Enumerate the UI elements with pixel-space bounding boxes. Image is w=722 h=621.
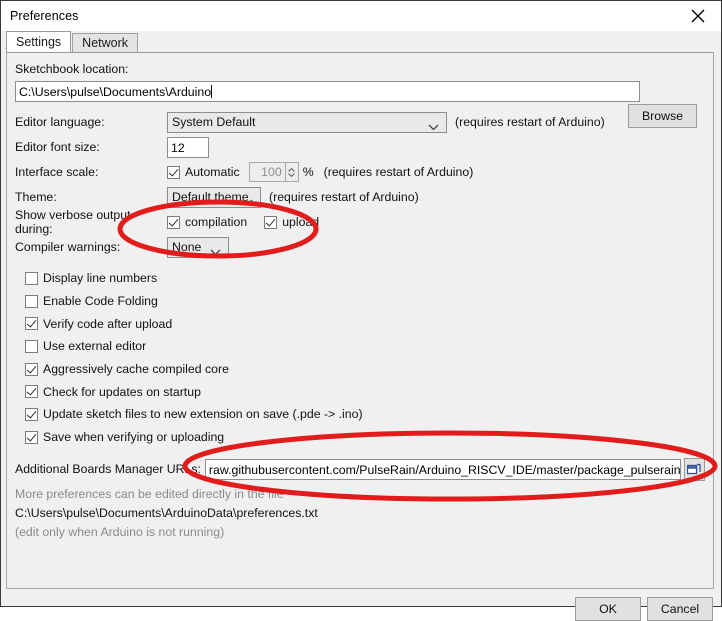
window-title: Preferences [10, 9, 79, 23]
editor-language-value: System Default [172, 115, 256, 129]
dialog-button-bar: OK Cancel [1, 589, 721, 621]
edit-only-note: (edit only when Arduino is not running) [15, 524, 225, 539]
verbose-upload-label: upload [282, 215, 320, 229]
ok-button[interactable]: OK [575, 597, 641, 621]
tab-settings[interactable]: Settings [6, 31, 72, 52]
interface-scale-row: Interface scale: Automatic 100 % (requir… [15, 161, 705, 183]
editor-language-label: Editor language: [15, 115, 105, 129]
option-label: Display line numbers [43, 271, 158, 286]
option-check-for-updates-on-startup[interactable]: Check for updates on startup [15, 380, 705, 403]
boards-manager-urls-input[interactable]: raw.githubusercontent.com/PulseRain/Ardu… [204, 458, 681, 480]
theme-label: Theme: [15, 190, 57, 204]
editor-font-size-label: Editor font size: [15, 140, 100, 154]
chevron-down-icon [210, 245, 221, 259]
verbose-output-row: Show verbose output during: compilation … [15, 208, 705, 236]
verbose-compilation-label: compilation [185, 215, 248, 229]
interface-scale-label: Interface scale: [15, 165, 99, 179]
option-label: Check for updates on startup [43, 384, 201, 399]
checkbox-box [25, 339, 38, 353]
verbose-compilation-checkbox[interactable]: compilation [167, 215, 247, 229]
option-display-line-numbers[interactable]: Display line numbers [15, 267, 705, 290]
checkbox-box [25, 385, 38, 399]
interface-scale-automatic-label: Automatic [185, 165, 240, 179]
theme-select[interactable]: Default theme [167, 186, 261, 209]
checkbox-box [25, 317, 38, 331]
option-label: Enable Code Folding [43, 294, 158, 309]
verbose-output-label: Show verbose output during: [15, 208, 131, 236]
interface-scale-automatic-checkbox[interactable]: Automatic [167, 165, 240, 179]
checkbox-box [25, 407, 38, 421]
percent-label: % [302, 165, 314, 179]
text-caret [211, 85, 213, 98]
option-enable-code-folding[interactable]: Enable Code Folding [15, 290, 705, 313]
checkbox-box [264, 215, 278, 229]
checkbox-box [167, 215, 180, 229]
editor-language-note: (requires restart of Arduino) [455, 115, 605, 129]
boards-manager-urls-label: Additional Boards Manager URLs: [15, 462, 201, 476]
checkbox-box [25, 294, 38, 308]
options-list: Display line numbers Enable Code Folding… [15, 267, 705, 449]
tab-network[interactable]: Network [72, 33, 139, 52]
preferences-window: Preferences Settings Network Sketchbook … [0, 0, 722, 621]
checkbox-box [25, 362, 38, 376]
editor-font-size-row: Editor font size: 12 [15, 136, 705, 158]
option-use-external-editor[interactable]: Use external editor [15, 335, 705, 358]
option-label: Use external editor [43, 339, 147, 354]
spinner-arrows-icon[interactable] [285, 162, 299, 182]
checkbox-box [167, 165, 180, 179]
option-verify-code-after-upload[interactable]: Verify code after upload [15, 312, 705, 335]
more-preferences-note: More preferences can be edited directly … [15, 486, 284, 501]
boards-manager-urls-row: Additional Boards Manager URLs: raw.gith… [15, 457, 705, 481]
sketchbook-location-group: Sketchbook location: C:\Users\pulse\Docu… [15, 62, 705, 128]
option-update-sketch-files-extension[interactable]: Update sketch files to new extension on … [15, 403, 705, 426]
checkbox-box [25, 271, 38, 285]
interface-scale-value: 100 [248, 162, 286, 182]
compiler-warnings-select[interactable]: None [167, 236, 229, 259]
option-save-when-verifying-or-uploading[interactable]: Save when verifying or uploading [15, 426, 705, 449]
option-label: Save when verifying or uploading [43, 430, 225, 445]
theme-note: (requires restart of Arduino) [269, 190, 419, 204]
option-label: Verify code after upload [43, 316, 173, 331]
editor-font-size-input[interactable]: 12 [167, 136, 209, 158]
verbose-upload-checkbox[interactable]: upload [264, 215, 319, 229]
option-label: Aggressively cache compiled core [43, 362, 229, 377]
cancel-button[interactable]: Cancel [647, 597, 713, 621]
close-icon[interactable] [675, 1, 721, 31]
chevron-down-icon [428, 120, 439, 134]
checkbox-box [25, 430, 38, 444]
tab-strip: Settings Network [1, 31, 721, 52]
theme-row: Theme: Default theme (requires restart o… [15, 186, 705, 208]
theme-value: Default theme [172, 190, 249, 204]
title-bar: Preferences [1, 1, 721, 31]
compiler-warnings-label: Compiler warnings: [15, 240, 121, 254]
option-aggressively-cache-compiled-core[interactable]: Aggressively cache compiled core [15, 358, 705, 381]
sketchbook-location-input[interactable]: C:\Users\pulse\Documents\Arduino [15, 81, 640, 102]
sketchbook-location-label: Sketchbook location: [15, 62, 129, 76]
open-window-icon[interactable] [683, 457, 705, 481]
settings-panel: Sketchbook location: C:\Users\pulse\Docu… [6, 52, 714, 589]
chevron-down-icon [242, 195, 253, 209]
editor-language-select[interactable]: System Default [167, 111, 447, 134]
interface-scale-stepper[interactable]: 100 [248, 162, 299, 182]
browse-button[interactable]: Browse [628, 104, 697, 128]
compiler-warnings-value: None [172, 240, 202, 254]
editor-language-row: Editor language: System Default (require… [15, 111, 705, 133]
preferences-file-path: C:\Users\pulse\Documents\ArduinoData\pre… [15, 505, 318, 520]
interface-scale-note: (requires restart of Arduino) [323, 165, 474, 179]
option-label: Update sketch files to new extension on … [43, 407, 363, 422]
sketchbook-location-value: C:\Users\pulse\Documents\Arduino [19, 85, 212, 99]
compiler-warnings-row: Compiler warnings: None [15, 236, 705, 258]
